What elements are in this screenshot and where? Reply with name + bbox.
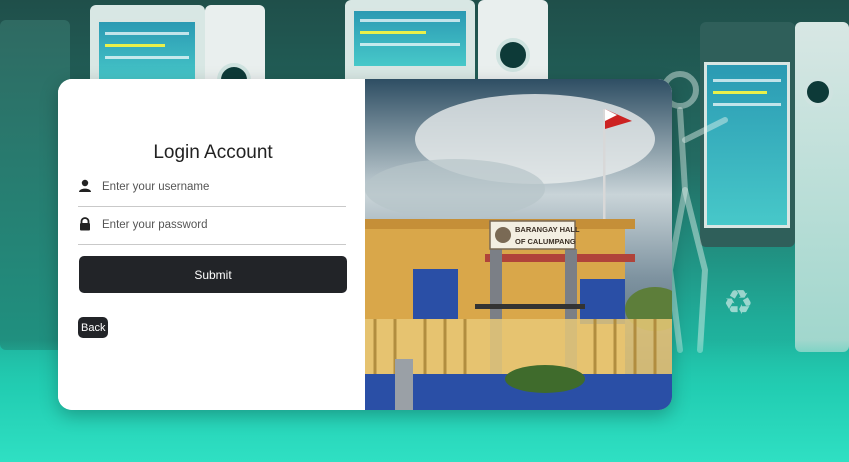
back-button[interactable]: Back — [78, 317, 109, 338]
bg-machine-slot — [496, 38, 530, 72]
username-field — [78, 176, 346, 207]
username-input[interactable] — [100, 176, 344, 198]
bg-machine-screen — [96, 19, 198, 85]
password-field — [78, 214, 346, 245]
password-input[interactable] — [100, 214, 344, 236]
login-title: Login Account — [153, 142, 273, 163]
bg-machine-slot — [803, 77, 833, 107]
sign-line2: OF CALUMPANG — [515, 237, 576, 246]
bg-machine-middle — [345, 0, 475, 85]
user-icon — [79, 179, 91, 192]
login-card: Login Account Submit Back — [58, 79, 672, 410]
sign-line1: BARANGAY HALL — [515, 225, 580, 234]
bg-machine-middle-screen — [351, 8, 469, 69]
login-form-pane: Login Account Submit Back — [58, 79, 365, 410]
submit-button[interactable]: Submit — [79, 256, 347, 293]
lock-icon — [80, 217, 90, 231]
barangay-hall-photo: BARANGAY HALL OF CALUMPANG — [365, 79, 672, 410]
photo-illustration: BARANGAY HALL OF CALUMPANG — [365, 79, 672, 410]
bg-machine-right-side — [795, 22, 849, 352]
bg-machine-middle-side — [478, 0, 548, 85]
